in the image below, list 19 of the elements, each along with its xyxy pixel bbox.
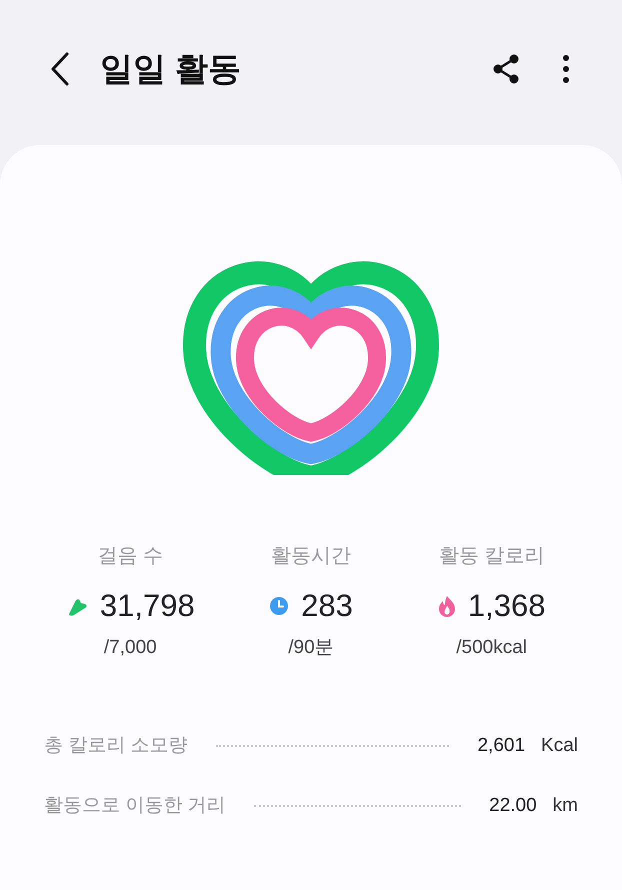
page-title: 일일 활동 [100,48,242,89]
stat-goal: /500kcal [456,636,528,660]
summary-label: 활동으로 이동한 거리 [44,794,226,818]
back-icon [49,50,71,86]
summary-value: 2,601 [477,734,526,758]
stat-label: 걸음 수 [98,544,164,569]
stat-goal: /7,000 [104,636,157,660]
stat-value: 31,798 [100,587,195,625]
stat-goal: /90분 [288,636,334,660]
share-icon [492,54,520,84]
stat-value: 283 [301,587,353,625]
summary-unit: km [552,794,578,818]
more-icon [562,54,570,84]
stat-label: 활동시간 [270,544,351,569]
stat-label: 활동 칼로리 [438,544,544,569]
stat-value: 1,368 [468,587,546,625]
summary-value: 22.00 [489,794,537,818]
summary-label: 총 칼로리 소모량 [44,734,188,758]
summary-unit: Kcal [541,734,578,758]
